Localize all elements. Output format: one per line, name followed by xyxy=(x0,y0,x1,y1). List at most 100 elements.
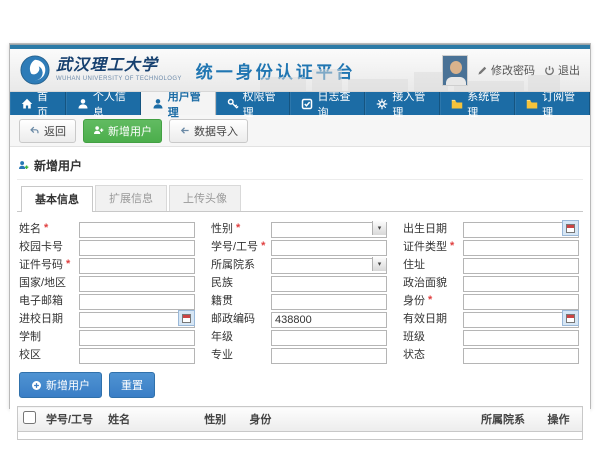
form-field: 所属院系* ▾ xyxy=(211,256,387,272)
panel-title: 新增用户 xyxy=(34,157,82,174)
person-icon xyxy=(152,98,164,110)
form-field: 籍贯* ▾ xyxy=(211,292,387,308)
form-field: 邮政编码* ▾ xyxy=(211,310,387,326)
field-input[interactable] xyxy=(463,348,579,364)
field-input[interactable] xyxy=(271,258,387,274)
required-asterisk: * xyxy=(428,294,432,306)
field-input[interactable] xyxy=(463,294,579,310)
calendar-button[interactable] xyxy=(562,310,579,326)
field-label: 所属院系* xyxy=(211,256,271,272)
field-label: 校园卡号* xyxy=(19,238,79,254)
log-check-icon xyxy=(301,98,313,110)
empty-table-body xyxy=(18,432,583,440)
tab-extended-info[interactable]: 扩展信息 xyxy=(95,185,167,211)
field-label: 政治面貌* xyxy=(403,274,463,290)
required-asterisk: * xyxy=(66,258,70,270)
add-user-icon xyxy=(18,160,29,171)
field-label: 性别* xyxy=(211,220,271,236)
field-input[interactable] xyxy=(79,330,195,346)
field-label: 邮政编码* xyxy=(211,310,271,326)
field-input[interactable] xyxy=(463,258,579,274)
field-label: 姓名* xyxy=(19,220,79,236)
field-input[interactable] xyxy=(463,240,579,256)
form-field: 姓名* ▾ xyxy=(19,220,195,236)
data-import-button[interactable]: 数据导入 xyxy=(169,119,248,143)
field-label: 年级* xyxy=(211,328,271,344)
form-field: 有效日期* ▾ xyxy=(403,310,579,326)
nav-tab-system-management[interactable]: 系统管理 xyxy=(440,92,515,115)
nav-tab-subscription-management[interactable]: 订阅管理 xyxy=(515,92,590,115)
university-name: 武汉理工大学 xyxy=(56,58,182,74)
person-plus-icon xyxy=(93,125,104,136)
reset-button[interactable]: 重置 xyxy=(109,372,155,398)
calendar-button[interactable] xyxy=(178,310,195,326)
field-label: 进校日期* xyxy=(19,310,79,326)
field-label: 出生日期* xyxy=(403,220,463,236)
field-label: 班级* xyxy=(403,328,463,344)
field-label: 状态* xyxy=(403,346,463,362)
nav-tab-access-management[interactable]: 接入管理 xyxy=(365,92,440,115)
form-field: 住址* ▾ xyxy=(403,256,579,272)
field-input[interactable] xyxy=(79,240,195,256)
field-input[interactable] xyxy=(79,276,195,292)
field-input[interactable] xyxy=(79,294,195,310)
required-asterisk: * xyxy=(450,240,454,252)
table-column-header: 姓名 xyxy=(103,407,199,432)
nav-tab-permission-management[interactable]: 权限管理 xyxy=(216,92,291,115)
content-area: 新增用户 基本信息 扩展信息 上传头像 姓名* ▾ xyxy=(10,147,590,440)
table-column-header: 身份 xyxy=(244,407,476,432)
user-list-table: 学号/工号姓名性别身份所属院系操作 xyxy=(17,406,583,440)
field-input[interactable] xyxy=(271,294,387,310)
tab-basic-info[interactable]: 基本信息 xyxy=(21,186,93,212)
field-input[interactable] xyxy=(271,348,387,364)
form-actions: 新增用户 重置 xyxy=(17,366,583,406)
form-field: 校园卡号* ▾ xyxy=(19,238,195,254)
field-input[interactable] xyxy=(271,222,387,238)
required-asterisk: * xyxy=(44,222,48,234)
field-input[interactable] xyxy=(271,240,387,256)
calendar-icon xyxy=(566,224,575,233)
field-input[interactable] xyxy=(271,312,387,328)
form-field: 进校日期* ▾ xyxy=(19,310,195,326)
new-user-form: 姓名* ▾ 性别* xyxy=(17,212,583,366)
field-input[interactable] xyxy=(79,222,195,238)
dropdown-arrow-button[interactable]: ▾ xyxy=(372,257,386,271)
calendar-button[interactable] xyxy=(562,220,579,236)
field-input[interactable] xyxy=(463,330,579,346)
main-nav: 首页 个人信息 用户管理 权限管理 日志查询 接入管理 xyxy=(10,92,590,115)
tab-upload-avatar[interactable]: 上传头像 xyxy=(169,185,241,211)
form-tabs: 基本信息 扩展信息 上传头像 xyxy=(17,180,583,212)
gear-icon xyxy=(376,98,388,110)
nav-tab-home[interactable]: 首页 xyxy=(10,92,66,115)
form-field: 政治面貌* ▾ xyxy=(403,274,579,290)
field-label: 有效日期* xyxy=(403,310,463,326)
back-button[interactable]: 返回 xyxy=(19,119,76,143)
table-header-row: 学号/工号姓名性别身份所属院系操作 xyxy=(18,407,583,432)
field-label: 校区* xyxy=(19,346,79,362)
field-label: 学号/工号* xyxy=(211,238,271,254)
form-field: 民族* ▾ xyxy=(211,274,387,290)
dropdown-arrow-button[interactable]: ▾ xyxy=(372,221,386,235)
required-asterisk: * xyxy=(236,222,240,234)
add-user-toolbar-button[interactable]: 新增用户 xyxy=(83,119,162,143)
field-label: 电子邮箱* xyxy=(19,292,79,308)
app-header: 武汉理工大学 WUHAN UNIVERSITY OF TECHNOLOGY 统一… xyxy=(10,49,590,92)
key-icon xyxy=(227,98,239,110)
nav-tab-user-management[interactable]: 用户管理 xyxy=(141,92,216,115)
select-all-header xyxy=(18,407,42,432)
person-icon xyxy=(77,98,89,110)
table-column-header: 操作 xyxy=(542,407,582,432)
field-input[interactable] xyxy=(271,330,387,346)
nav-tab-personal-info[interactable]: 个人信息 xyxy=(66,92,141,115)
form-field: 国家/地区* ▾ xyxy=(19,274,195,290)
submit-add-user-button[interactable]: 新增用户 xyxy=(19,372,102,398)
field-label: 学制* xyxy=(19,328,79,344)
field-input[interactable] xyxy=(79,348,195,364)
nav-tab-log-query[interactable]: 日志查询 xyxy=(290,92,365,115)
field-input[interactable] xyxy=(79,258,195,274)
form-field: 身份* ▾ xyxy=(403,292,579,308)
field-input[interactable] xyxy=(463,276,579,292)
table-column-header: 所属院系 xyxy=(476,407,542,432)
field-input[interactable] xyxy=(271,276,387,292)
select-all-checkbox[interactable] xyxy=(23,411,36,424)
